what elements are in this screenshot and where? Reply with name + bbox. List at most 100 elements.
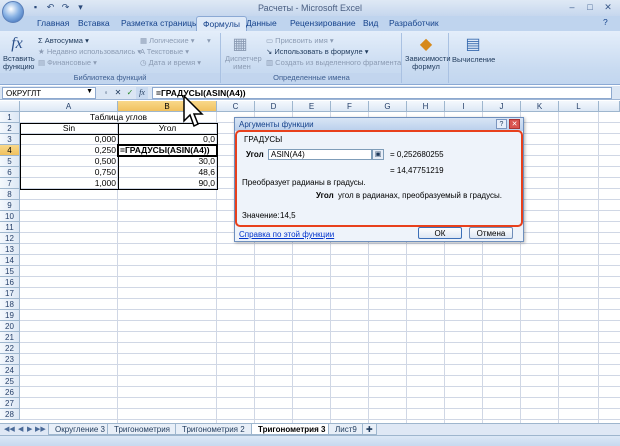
- row-header[interactable]: 19: [0, 310, 20, 321]
- column-header[interactable]: J: [483, 101, 521, 112]
- row-header[interactable]: 20: [0, 321, 20, 332]
- tab-insert[interactable]: Вставка: [78, 18, 110, 28]
- tab-developer[interactable]: Разработчик: [389, 18, 439, 28]
- next-sheet-icon[interactable]: ▶: [27, 425, 32, 433]
- column-header[interactable]: I: [445, 101, 483, 112]
- formula-input[interactable]: =ГРАДУСЫ(ASIN(A4)): [152, 87, 612, 99]
- last-sheet-icon[interactable]: ▶▶: [35, 425, 46, 433]
- text-functions-button[interactable]: A Текстовые ▾: [140, 47, 189, 56]
- row-header[interactable]: 25: [0, 376, 20, 387]
- help-link[interactable]: Справка по этой функции: [239, 230, 334, 239]
- row-header[interactable]: 5: [0, 156, 20, 167]
- column-header[interactable]: A: [20, 101, 118, 112]
- save-icon[interactable]: ▪: [30, 2, 41, 13]
- column-header[interactable]: D: [255, 101, 293, 112]
- insert-function-icon[interactable]: fx: [6, 34, 28, 54]
- cancel-icon[interactable]: ✕: [112, 87, 124, 99]
- undo-icon[interactable]: ↶: [45, 2, 56, 13]
- tab-page-layout[interactable]: Разметка страницы: [121, 18, 198, 28]
- financial-button[interactable]: ▤ Финансовые ▾: [38, 58, 97, 67]
- row-header[interactable]: 11: [0, 222, 20, 233]
- row-header[interactable]: 14: [0, 255, 20, 266]
- sheet-tab-active[interactable]: Тригонометрия 3: [251, 424, 333, 435]
- column-header[interactable]: G: [369, 101, 407, 112]
- row-header[interactable]: 10: [0, 211, 20, 222]
- row-header[interactable]: 26: [0, 387, 20, 398]
- cancel-button[interactable]: Отмена: [469, 227, 513, 239]
- arg-input[interactable]: ASIN(A4): [268, 149, 372, 160]
- redo-icon[interactable]: ↷: [60, 2, 71, 13]
- minimize-icon[interactable]: –: [564, 1, 580, 13]
- collapse-dialog-icon[interactable]: ▣: [372, 149, 384, 160]
- calculation-button[interactable]: Вычисление: [452, 55, 495, 64]
- tab-home[interactable]: Главная: [37, 18, 69, 28]
- row-header[interactable]: 16: [0, 277, 20, 288]
- row-header[interactable]: 13: [0, 244, 20, 255]
- dependencies-button[interactable]: Зависимости формул: [405, 55, 451, 71]
- tab-formulas[interactable]: Формулы: [196, 16, 247, 31]
- name-manager-button[interactable]: Диспетчер имен: [225, 55, 262, 71]
- prev-sheet-icon[interactable]: ◀: [18, 425, 23, 433]
- row-header[interactable]: 23: [0, 354, 20, 365]
- row-header[interactable]: 27: [0, 398, 20, 409]
- recent-functions-button[interactable]: ★ Недавно использовались ▾: [38, 47, 141, 56]
- tab-data[interactable]: Данные: [246, 18, 277, 28]
- office-button[interactable]: [2, 1, 24, 23]
- datetime-button[interactable]: ◷ Дата и время ▾: [140, 58, 201, 67]
- row-header[interactable]: 6: [0, 167, 20, 178]
- qat-dropdown-icon[interactable]: ▾: [75, 2, 86, 13]
- row-header[interactable]: 22: [0, 343, 20, 354]
- enter-icon[interactable]: ✓: [124, 87, 136, 99]
- column-header[interactable]: F: [331, 101, 369, 112]
- formula-options-icon[interactable]: ◦: [100, 87, 112, 99]
- calculator-icon[interactable]: ▤: [462, 35, 484, 55]
- tab-view[interactable]: Вид: [363, 18, 378, 28]
- select-all-corner[interactable]: [0, 101, 20, 112]
- row-header[interactable]: 3: [0, 134, 20, 145]
- insert-sheet-icon[interactable]: ✚: [362, 424, 377, 435]
- insert-function-button[interactable]: Вставить функцию: [3, 55, 35, 71]
- use-in-formula-button[interactable]: ↘ Использовать в формуле ▾: [266, 47, 369, 56]
- column-header[interactable]: H: [407, 101, 445, 112]
- column-header[interactable]: L: [559, 101, 599, 112]
- lookup-icon[interactable]: ▾: [207, 36, 211, 45]
- column-header-partial[interactable]: [599, 101, 620, 112]
- tab-review[interactable]: Рецензирование: [290, 18, 356, 28]
- row-header[interactable]: 17: [0, 288, 20, 299]
- insert-function-fx-icon[interactable]: fx: [136, 87, 148, 99]
- column-header[interactable]: E: [293, 101, 331, 112]
- row-header[interactable]: 8: [0, 189, 20, 200]
- column-header[interactable]: C: [217, 101, 255, 112]
- sheet-tab[interactable]: Тригонометрия: [107, 424, 178, 435]
- close-icon[interactable]: ✕: [509, 119, 520, 129]
- define-name-button[interactable]: ▭ Присвоить имя ▾: [266, 36, 334, 45]
- row-header[interactable]: 7: [0, 178, 20, 189]
- logical-button[interactable]: ▦ Логические ▾: [140, 36, 195, 45]
- name-box[interactable]: ОКРУГЛТ ▼: [2, 87, 96, 99]
- row-header[interactable]: 28: [0, 409, 20, 420]
- row-header[interactable]: 15: [0, 266, 20, 277]
- ok-button[interactable]: ОК: [418, 227, 462, 239]
- help-icon[interactable]: ?: [496, 119, 507, 129]
- row-header[interactable]: 4: [0, 145, 20, 156]
- sheet-tab[interactable]: Тригонометрия 2: [175, 424, 252, 435]
- create-from-selection-button[interactable]: ▥ Создать из выделенного фрагмента: [266, 58, 401, 67]
- row-header[interactable]: 18: [0, 299, 20, 310]
- row-header[interactable]: 1: [0, 112, 20, 123]
- row-header[interactable]: 2: [0, 123, 20, 134]
- column-header[interactable]: K: [521, 101, 559, 112]
- sheet-tab[interactable]: Лист9: [328, 424, 364, 435]
- close-icon[interactable]: ✕: [600, 1, 616, 13]
- help-icon[interactable]: ?: [603, 17, 608, 27]
- row-header[interactable]: 21: [0, 332, 20, 343]
- sheet-tab[interactable]: Округление 3: [48, 424, 112, 435]
- maximize-icon[interactable]: □: [582, 1, 598, 13]
- first-sheet-icon[interactable]: ◀◀: [4, 425, 15, 433]
- formula-auditing-icon[interactable]: ◆: [415, 35, 437, 55]
- row-header[interactable]: 12: [0, 233, 20, 244]
- name-manager-icon[interactable]: ▦: [229, 35, 251, 55]
- chevron-down-icon[interactable]: ▼: [86, 88, 93, 95]
- autosum-button[interactable]: Σ Автосумма ▾: [38, 36, 89, 45]
- row-header[interactable]: 24: [0, 365, 20, 376]
- row-header[interactable]: 9: [0, 200, 20, 211]
